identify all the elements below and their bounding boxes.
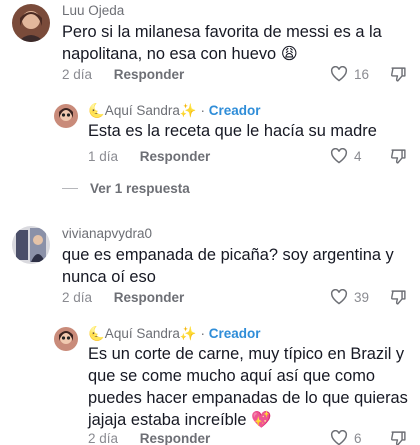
like-button[interactable]: 39 [330, 289, 369, 305]
avatar-image [12, 4, 50, 42]
avatar-image [12, 226, 50, 264]
view-replies-label: Ver 1 respuesta [90, 181, 190, 196]
heart-outline-icon [330, 430, 348, 445]
heart-outline-icon [330, 66, 348, 82]
like-button[interactable]: 16 [330, 66, 369, 82]
like-button[interactable]: 4 [330, 148, 362, 164]
like-button[interactable]: 6 [330, 430, 362, 445]
avatar-image [54, 327, 78, 351]
reply-button[interactable]: Responder [140, 149, 211, 164]
avatar[interactable] [12, 226, 50, 264]
author-name: 🌜Aquí Sandra✨ [88, 326, 197, 341]
heart-outline-icon [330, 148, 348, 164]
comment-author[interactable]: Luu Ojeda [62, 3, 124, 18]
separator-dot: · [200, 326, 205, 341]
comment-time: 2 día [62, 290, 93, 305]
comment-author[interactable]: 🌜Aquí Sandra✨ · Creador [88, 326, 260, 342]
comment-time: 2 día [62, 67, 93, 82]
like-count: 39 [354, 289, 370, 305]
dislike-button[interactable] [390, 148, 407, 170]
thumbs-down-icon [390, 67, 406, 82]
comment-time: 2 día [88, 431, 119, 445]
avatar[interactable] [54, 327, 78, 351]
avatar-image [54, 104, 78, 128]
reply-item: 🌜Aquí Sandra✨ · Creador Es un corte de c… [0, 321, 420, 445]
dislike-button[interactable] [390, 430, 407, 445]
reply-button[interactable]: Responder [114, 67, 185, 82]
reply-item: 🌜Aquí Sandra✨ · Creador Esta es la recet… [0, 98, 420, 178]
creator-badge: Creador [208, 326, 261, 341]
separator-dot: · [200, 103, 205, 118]
thumbs-down-icon [390, 290, 406, 305]
creator-badge: Creador [208, 103, 261, 118]
dislike-button[interactable] [390, 66, 407, 88]
like-count: 16 [354, 66, 370, 82]
comment-text: Esta es la receta que le hacía su madre [88, 122, 377, 140]
comment-meta: 1 día Responder [88, 149, 210, 164]
like-count: 4 [354, 148, 362, 164]
thumbs-down-icon [390, 431, 406, 445]
comment-author[interactable]: 🌜Aquí Sandra✨ · Creador [88, 103, 260, 119]
comment-meta: 2 día Responder [62, 290, 184, 305]
divider-line [62, 188, 78, 189]
dislike-button[interactable] [390, 289, 407, 311]
comment-text: Pero si la milanesa favorita de messi es… [62, 23, 382, 63]
view-replies-button[interactable]: Ver 1 respuesta [62, 181, 190, 196]
heart-outline-icon [330, 289, 348, 305]
comment-item: vivianapvydra0 que es empanada de picaña… [0, 222, 420, 314]
avatar[interactable] [12, 4, 50, 42]
comment-meta: 2 día Responder [62, 67, 184, 82]
thumbs-down-icon [390, 149, 406, 164]
avatar[interactable] [54, 104, 78, 128]
comment-meta: 2 día Responder [88, 431, 210, 445]
comment-author[interactable]: vivianapvydra0 [62, 226, 152, 241]
reply-button[interactable]: Responder [114, 290, 185, 305]
comment-item: Luu Ojeda Pero si la milanesa favorita d… [0, 0, 420, 92]
comment-text: Es un corte de carne, muy típico en Braz… [88, 345, 408, 429]
like-count: 6 [354, 430, 362, 445]
comment-time: 1 día [88, 149, 119, 164]
author-name: 🌜Aquí Sandra✨ [88, 103, 197, 118]
comment-text: que es empanada de picaña? soy argentina… [62, 246, 394, 286]
reply-button[interactable]: Responder [140, 431, 211, 445]
